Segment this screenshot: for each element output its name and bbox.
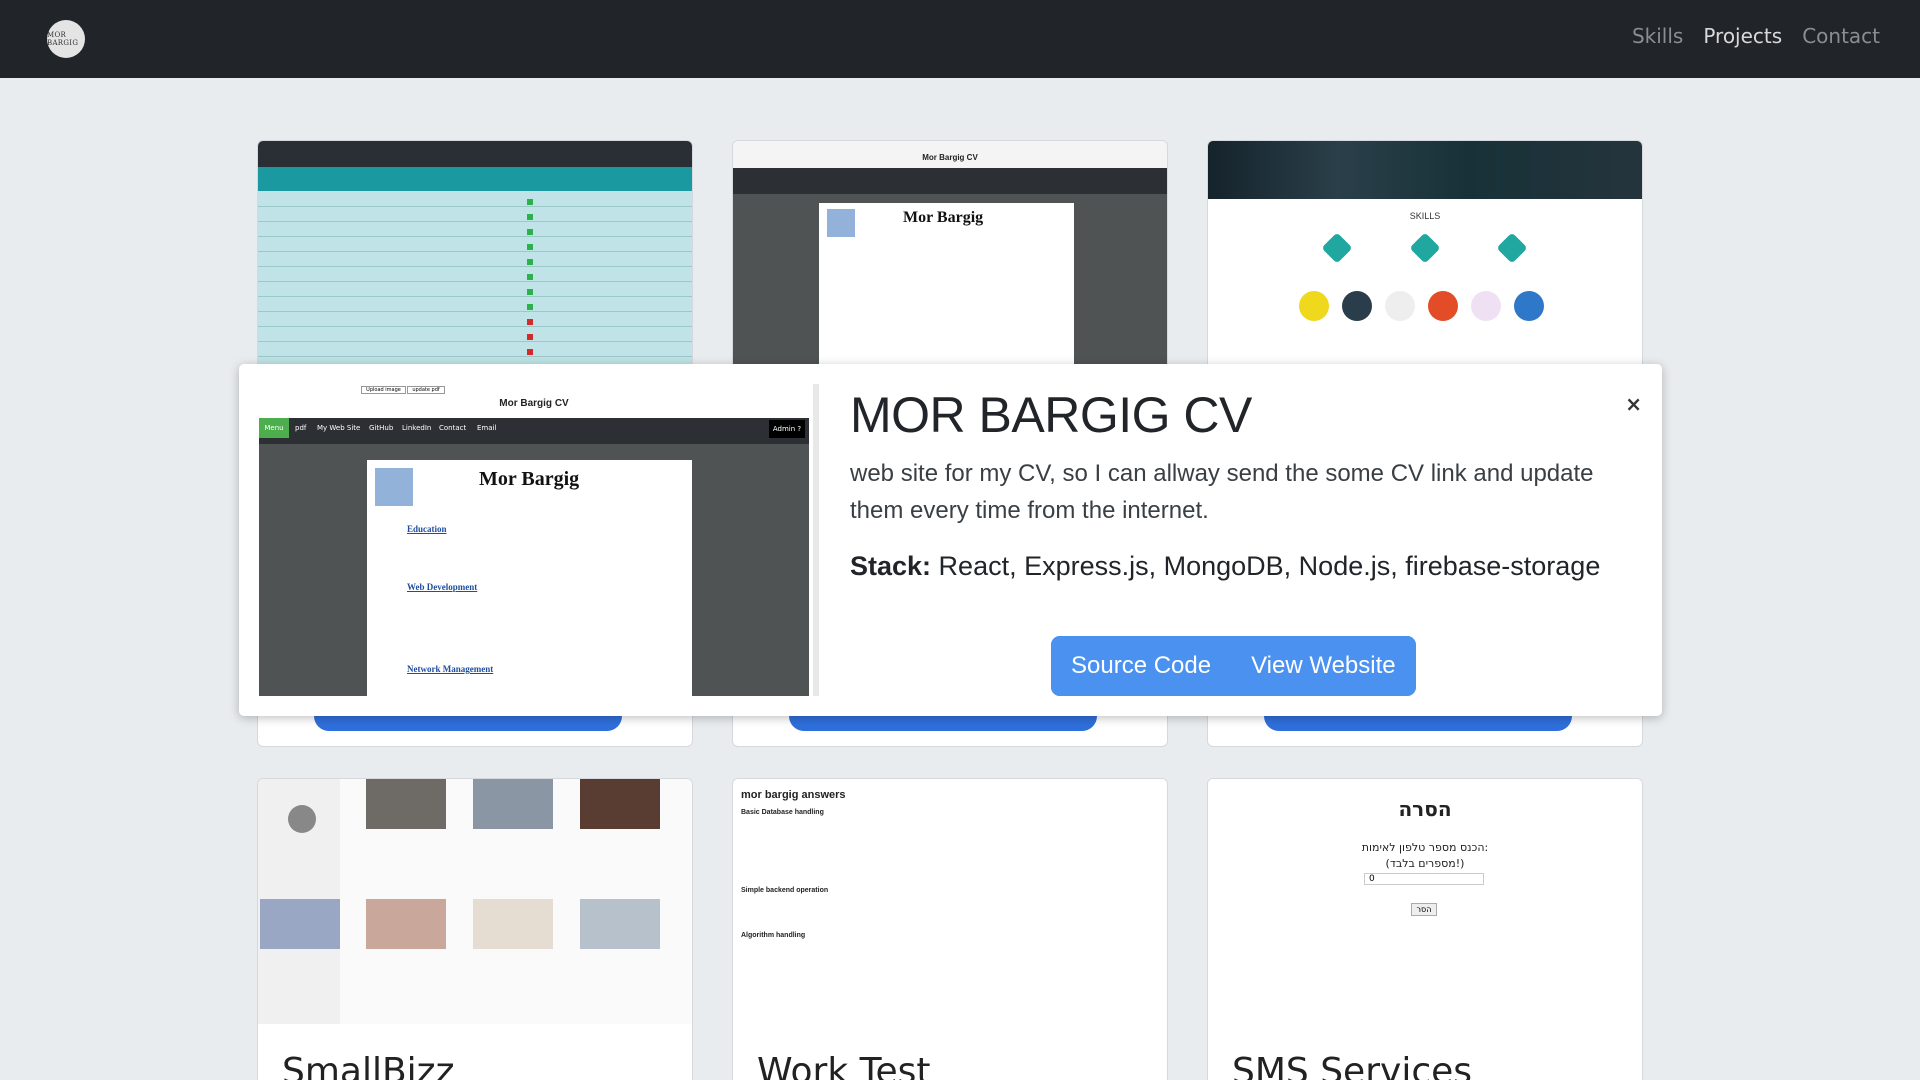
preview-upload-image-button: Upload image <box>361 386 406 394</box>
preview-cv-section: Education <box>407 524 447 534</box>
preview-menu-item: Contact <box>439 424 467 432</box>
source-code-button[interactable]: Source Code <box>1051 636 1232 696</box>
preview-update-pdf-button: update pdf <box>407 386 445 394</box>
preview-cv-section: Network Management <box>407 664 494 674</box>
modal-stack: Stack: React, Express.js, MongoDB, Node.… <box>850 551 1600 582</box>
preview-cv-name: Mor Bargig <box>479 468 580 490</box>
close-button[interactable]: × <box>1625 392 1642 416</box>
modal-title: MOR BARGIG CV <box>850 387 1252 443</box>
preview-menu-item: pdf <box>295 424 307 432</box>
preview-menu-item: GitHub <box>369 424 394 432</box>
preview-admin: Admin ? <box>769 420 805 438</box>
preview-title: Mor Bargig CV <box>499 398 569 409</box>
preview-menu-item: Email <box>477 424 497 432</box>
preview-menu-item: My Web Site <box>317 424 361 432</box>
modal-description: web site for my CV, so I can allway send… <box>850 460 1594 524</box>
project-modal: Upload image update pdf Mor Bargig CV Me… <box>239 364 1662 716</box>
preview-menu-item: Menu <box>259 418 289 438</box>
view-website-button[interactable]: View Website <box>1231 636 1416 696</box>
preview-cv-section: Web Development <box>407 582 478 592</box>
modal-button-group: Source Code View Website <box>1051 636 1416 696</box>
stack-value: React, Express.js, MongoDB, Node.js, fir… <box>931 551 1601 581</box>
stack-label: Stack: <box>850 551 932 581</box>
preview-menu-item: LinkedIn <box>402 424 432 432</box>
